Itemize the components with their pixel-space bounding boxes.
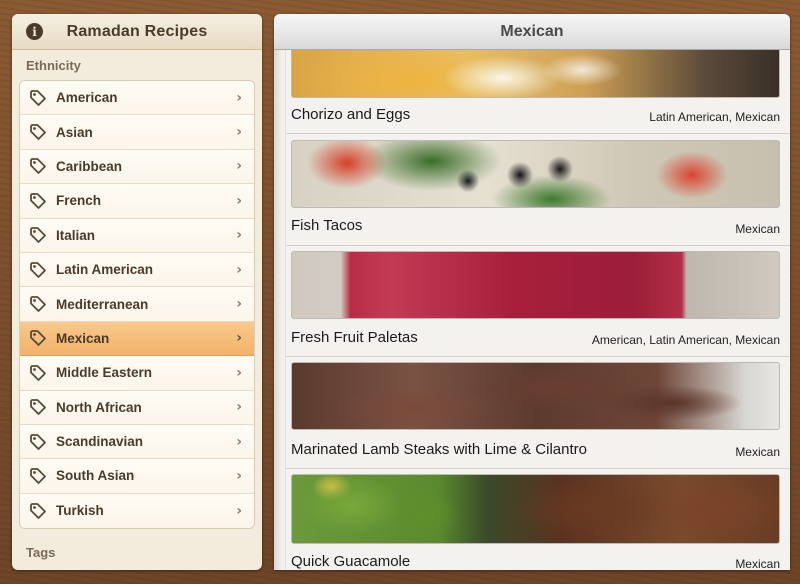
recipe-name: Quick Guacamole: [291, 553, 411, 570]
recipe-panel-header: Mexican: [274, 14, 790, 50]
tag-icon: [29, 157, 47, 175]
divider: [286, 133, 790, 134]
sidebar-item-label: Turkish: [56, 503, 104, 519]
sidebar-item-south-asian[interactable]: South Asian ›: [20, 459, 254, 494]
recipe-photo[interactable]: [291, 50, 780, 98]
tag-icon: [29, 467, 47, 485]
tag-icon: [29, 192, 47, 210]
chevron-right-icon: ›: [236, 502, 242, 519]
sidebar-item-scandinavian[interactable]: Scandinavian ›: [20, 424, 254, 460]
ethnicity-list: American › Asian › Caribbean › French › Italian ›…: [19, 80, 255, 530]
tag-icon: [29, 433, 47, 451]
tag-icon: [29, 295, 47, 313]
chevron-right-icon: ›: [236, 261, 242, 278]
section-label-tags: Tags: [26, 545, 56, 560]
sidebar-item-asian[interactable]: Asian ›: [20, 115, 254, 150]
sidebar-item-italian[interactable]: Italian ›: [20, 218, 254, 253]
sidebar-item-label: Caribbean: [56, 158, 123, 174]
chevron-right-icon: ›: [236, 89, 242, 106]
sidebar-item-label: French: [56, 193, 102, 209]
sidebar-item-label: Mexican: [56, 330, 110, 346]
info-icon[interactable]: i: [26, 23, 43, 40]
divider: [286, 245, 790, 246]
recipe-photo[interactable]: [291, 140, 780, 208]
tag-icon: [29, 226, 47, 244]
sidebar-item-caribbean[interactable]: Caribbean ›: [20, 149, 254, 185]
recipe-tags: Mexican: [735, 222, 780, 236]
sidebar-item-label: Asian: [56, 124, 93, 140]
sidebar-item-turkish[interactable]: Turkish ›: [20, 493, 254, 529]
recipe-tags: American, Latin American, Mexican: [591, 333, 780, 347]
chevron-right-icon: ›: [236, 124, 242, 141]
recipe-photo[interactable]: [291, 362, 780, 430]
recipe-photo[interactable]: [291, 474, 780, 544]
sidebar-item-mediterranean[interactable]: Mediterranean ›: [20, 287, 254, 322]
recipe-name: Chorizo and Eggs: [291, 106, 411, 123]
chevron-right-icon: ›: [236, 296, 242, 313]
chevron-right-icon: ›: [236, 467, 242, 484]
recipe-panel: Mexican Chorizo and Eggs Latin American, …: [274, 14, 790, 570]
tag-icon: [29, 364, 47, 382]
chevron-right-icon: ›: [236, 433, 242, 450]
recipe-photo[interactable]: [291, 251, 780, 319]
divider: [286, 356, 790, 357]
tag-icon: [29, 261, 47, 279]
sidebar-title: Ramadan Recipes: [66, 22, 208, 40]
recipe-name: Fresh Fruit Paletas: [291, 329, 418, 346]
sidebar-item-latin-american[interactable]: Latin American ›: [20, 252, 254, 288]
sidebar-item-label: Italian: [56, 227, 96, 243]
chevron-right-icon: ›: [236, 364, 242, 381]
sidebar-item-label: Latin American: [56, 262, 154, 278]
tag-icon: [29, 329, 47, 347]
recipe-tags: Mexican: [735, 445, 780, 459]
tag-icon: [29, 123, 47, 141]
sidebar-item-label: South Asian: [56, 468, 135, 484]
sidebar-header: i Ramadan Recipes: [12, 14, 262, 50]
recipe-name: Fish Tacos: [291, 217, 363, 234]
chevron-right-icon: ›: [236, 158, 242, 175]
sidebar-item-label: Middle Eastern: [56, 365, 153, 381]
sidebar: i Ramadan Recipes Ethnicity American › Asi…: [12, 14, 262, 570]
sidebar-item-north-african[interactable]: North African ›: [20, 390, 254, 425]
chevron-right-icon: ›: [236, 330, 242, 347]
sidebar-item-middle-eastern[interactable]: Middle Eastern ›: [20, 356, 254, 391]
recipe-name: Marinated Lamb Steaks with Lime & Cilant…: [291, 441, 587, 458]
recipe-tags: Latin American, Mexican: [649, 110, 780, 124]
tag-icon: [29, 398, 47, 416]
recipe-tags: Mexican: [735, 557, 780, 570]
sidebar-item-label: Scandinavian: [56, 434, 144, 450]
sidebar-item-american[interactable]: American ›: [20, 81, 254, 116]
chevron-right-icon: ›: [236, 192, 242, 209]
section-label-ethnicity: Ethnicity: [26, 58, 81, 73]
tag-icon: [29, 89, 47, 107]
page-binding: [274, 50, 286, 570]
chevron-right-icon: ›: [236, 399, 242, 416]
sidebar-item-french[interactable]: French ›: [20, 184, 254, 219]
sidebar-item-label: North African: [56, 399, 142, 415]
sidebar-item-label: Mediterranean: [56, 296, 149, 312]
divider: [286, 468, 790, 469]
tag-icon: [29, 502, 47, 520]
sidebar-item-label: American: [56, 90, 118, 106]
sidebar-item-mexican[interactable]: Mexican ›: [20, 321, 254, 357]
chevron-right-icon: ›: [236, 227, 242, 244]
page-title: Mexican: [500, 22, 564, 40]
